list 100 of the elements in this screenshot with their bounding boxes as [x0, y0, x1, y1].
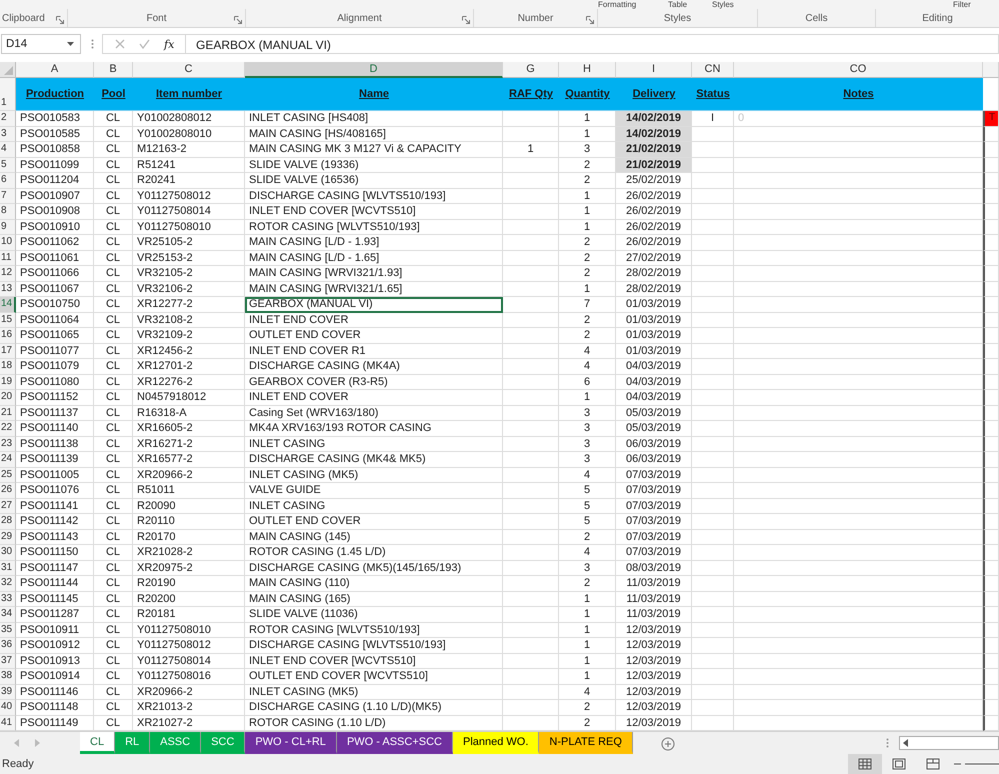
row-header[interactable]: 39	[0, 684, 16, 700]
row-header[interactable]: 11	[0, 250, 16, 266]
row-header[interactable]: 29	[0, 530, 16, 545]
quantity-cell: 3	[559, 560, 616, 576]
sheet-tab[interactable]: PWO - CL+RL	[245, 732, 337, 754]
scroll-left-icon[interactable]	[903, 739, 909, 747]
delivery-cell: 11/03/2019	[616, 607, 692, 622]
column-header[interactable]: D	[245, 62, 503, 78]
row-header[interactable]: 24	[0, 452, 16, 468]
row-header[interactable]: 20	[0, 390, 16, 406]
row-header[interactable]: 21	[0, 406, 16, 421]
row-header[interactable]: 32	[0, 576, 16, 592]
row-header[interactable]: 34	[0, 607, 16, 622]
item-number-cell: Y01002808010	[133, 126, 245, 142]
name-cell: OUTLET END COVER	[245, 328, 503, 344]
row-header[interactable]: 40	[0, 700, 16, 716]
row-header[interactable]: 33	[0, 592, 16, 607]
checkmark-icon[interactable]	[139, 39, 150, 49]
row-header[interactable]: 28	[0, 514, 16, 530]
sheet-tab[interactable]: N-PLATE REQ	[539, 732, 633, 754]
row-header[interactable]: 16	[0, 328, 16, 344]
column-header[interactable]: I	[616, 62, 692, 78]
row-header[interactable]: 10	[0, 235, 16, 250]
splitter-icon[interactable]	[886, 738, 889, 748]
row-header[interactable]: 38	[0, 669, 16, 684]
column-header[interactable]: B	[94, 62, 133, 78]
row-header[interactable]: 35	[0, 622, 16, 638]
dialog-launcher-icon[interactable]	[462, 16, 470, 24]
horizontal-scrollbar[interactable]	[899, 736, 999, 750]
insert-function-button[interactable]: fx	[164, 38, 174, 50]
ribbon-label: Table	[668, 0, 688, 9]
add-sheet-icon[interactable]	[660, 737, 675, 751]
row-header[interactable]: 37	[0, 654, 16, 669]
name-cell: DISCHARGE CASING (MK4A)	[245, 359, 503, 374]
row-header[interactable]: 15	[0, 312, 16, 328]
name-cell: MAIN CASING (165)	[245, 592, 503, 607]
empty-cell	[983, 158, 999, 173]
name-cell: MAIN CASING [WRVI321/1.65]	[245, 282, 503, 297]
empty-cell	[503, 700, 559, 716]
row-header[interactable]: 30	[0, 545, 16, 560]
row-header[interactable]: 14	[0, 297, 16, 312]
normal-view-icon[interactable]	[848, 754, 882, 774]
row-header[interactable]: 41	[0, 716, 16, 731]
row-header[interactable]: 19	[0, 374, 16, 390]
column-header[interactable]: CN	[692, 62, 734, 78]
row-header[interactable]: 23	[0, 436, 16, 452]
empty-cell	[983, 530, 999, 545]
row-header[interactable]: 12	[0, 266, 16, 282]
sheet-tab[interactable]: CL	[80, 732, 116, 754]
production-cell: PSO011204	[16, 173, 94, 188]
dialog-launcher-icon[interactable]	[234, 16, 242, 24]
row-header[interactable]: 26	[0, 483, 16, 498]
ribbon-group-label: Clipboard	[2, 12, 45, 24]
raf-qty-cell: 1	[503, 142, 559, 158]
row-header[interactable]: 9	[0, 220, 16, 235]
row-header[interactable]: 17	[0, 344, 16, 359]
row-header[interactable]: 36	[0, 638, 16, 654]
column-header[interactable]: C	[133, 62, 245, 78]
row-header[interactable]: 13	[0, 282, 16, 297]
delivery-cell: 07/03/2019	[616, 483, 692, 498]
delivery-cell: 01/03/2019	[616, 344, 692, 359]
row-header[interactable]: 2	[0, 111, 16, 126]
production-cell: PSO011099	[16, 158, 94, 173]
column-header[interactable]: G	[503, 62, 559, 78]
row-header[interactable]: 6	[0, 173, 16, 188]
empty-cell	[692, 592, 734, 607]
row-header[interactable]: 4	[0, 142, 16, 158]
delivery-cell: 25/02/2019	[616, 173, 692, 188]
name-box[interactable]: D14	[1, 34, 81, 54]
sheet-tab[interactable]: Planned WO.	[452, 732, 540, 754]
pool-cell: CL	[94, 406, 133, 421]
row-header[interactable]: 18	[0, 359, 16, 374]
row-header[interactable]: 1	[0, 78, 16, 111]
dialog-launcher-icon[interactable]	[586, 16, 594, 24]
row-header[interactable]: 5	[0, 158, 16, 173]
sheet-tab[interactable]: PWO - ASSC+SCC	[336, 732, 453, 754]
row-header[interactable]: 3	[0, 126, 16, 142]
column-header[interactable]: A	[16, 62, 94, 78]
empty-cell	[692, 560, 734, 576]
row-header[interactable]: 27	[0, 498, 16, 514]
empty-cell	[692, 297, 734, 312]
pool-cell: CL	[94, 483, 133, 498]
dialog-launcher-icon[interactable]	[56, 16, 64, 24]
empty-cell	[983, 142, 999, 158]
row-header[interactable]: 31	[0, 560, 16, 576]
column-header[interactable]: H	[559, 62, 616, 78]
empty-cell	[983, 498, 999, 514]
quantity-cell: 2	[559, 250, 616, 266]
row-header[interactable]: 25	[0, 468, 16, 483]
row-header[interactable]: 22	[0, 421, 16, 436]
name-cell: INLET CASING [HS408]	[245, 111, 503, 126]
row-header[interactable]: 8	[0, 204, 16, 220]
drag-handle-icon[interactable]	[91, 39, 94, 49]
delivery-cell: 21/02/2019	[616, 158, 692, 173]
pool-cell: CL	[94, 359, 133, 374]
column-header[interactable]: CO	[734, 62, 983, 78]
empty-cell	[503, 126, 559, 142]
formula-field[interactable]: GEARBOX (MANUAL VI)	[186, 34, 999, 54]
row-header[interactable]: 7	[0, 188, 16, 204]
empty-cell	[983, 638, 999, 654]
